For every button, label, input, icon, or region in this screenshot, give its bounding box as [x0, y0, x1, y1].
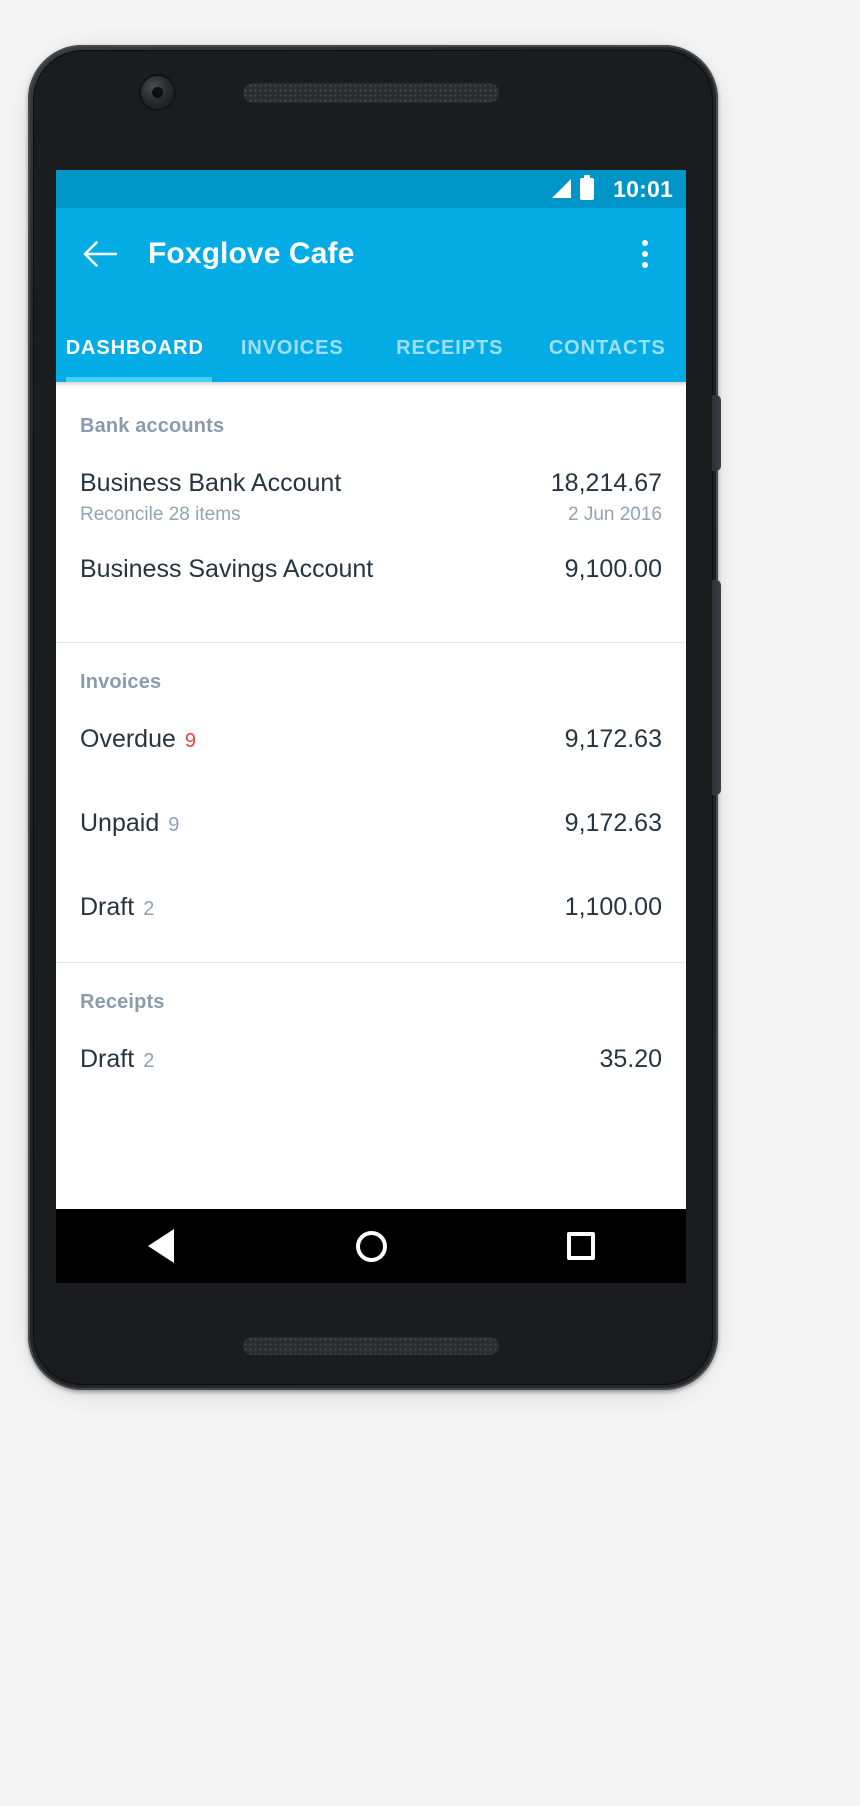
invoice-amount: 9,172.63	[564, 809, 662, 838]
tab-receipts[interactable]: RECEIPTS	[371, 337, 529, 382]
row-right: 35.20	[599, 1044, 662, 1075]
account-name: Business Savings Account	[80, 555, 374, 584]
screenshot-root: 10:01 Foxglove Cafe DASHBOARD INVOICES R…	[0, 0, 860, 1806]
list-item[interactable]: Business Savings Account 9,100.00	[56, 540, 686, 602]
row-left: Overdue 9	[80, 724, 565, 755]
row-left: Unpaid 9	[80, 808, 565, 839]
row-left: Business Savings Account	[80, 554, 565, 585]
row-left: Draft 2	[80, 892, 565, 923]
row-right: 18,214.67 2 Jun 2016	[551, 468, 662, 526]
list-item[interactable]: Draft 2 1,100.00	[56, 878, 686, 940]
invoice-status-count: 9	[168, 814, 180, 837]
row-gap	[56, 772, 686, 794]
account-name: Business Bank Account	[80, 469, 342, 497]
section-header-bank-accounts: Bank accounts	[80, 415, 225, 437]
status-bar: 10:01	[56, 170, 686, 208]
power-button[interactable]	[712, 395, 721, 471]
volume-rocker-button[interactable]	[712, 580, 721, 795]
invoice-status-count: 2	[143, 898, 155, 921]
section-header-invoices: Invoices	[80, 671, 162, 694]
active-tab-indicator	[66, 377, 212, 382]
phone-screen: 10:01 Foxglove Cafe DASHBOARD INVOICES R…	[56, 170, 686, 1283]
invoice-amount: 9,172.63	[564, 725, 662, 754]
row-right: 9,172.63	[565, 808, 662, 839]
receipt-status-label: Draft	[80, 1045, 135, 1074]
title-line: Draft 2	[80, 892, 565, 923]
page-title: Foxglove Cafe	[148, 237, 355, 270]
section-header-receipts: Receipts	[80, 991, 165, 1014]
signal-bars-icon	[552, 179, 572, 198]
account-subtitle: Reconcile 28 items	[80, 503, 241, 525]
invoice-status-label: Unpaid	[80, 809, 160, 838]
row-left: Business Bank Account Reconcile 28 items	[80, 468, 551, 526]
account-balance: 18,214.67	[550, 469, 662, 497]
invoice-amount: 1,100.00	[564, 893, 662, 922]
account-date: 2 Jun 2016	[567, 503, 662, 525]
list-item[interactable]: Overdue 9 9,172.63	[56, 710, 686, 772]
nav-back-triangle-icon[interactable]	[126, 1226, 196, 1266]
row-right: 1,100.00	[565, 892, 662, 923]
android-nav-bar	[56, 1209, 686, 1283]
tab-dashboard[interactable]: DASHBOARD	[56, 337, 214, 382]
invoice-status-label: Overdue	[80, 725, 176, 754]
dashboard-content: Bank accounts Business Bank Account Reco…	[56, 387, 686, 1093]
overflow-menu-icon[interactable]	[624, 230, 666, 278]
list-item[interactable]: Draft 2 35.20	[56, 1030, 686, 1092]
status-bar-clock: 10:01	[613, 175, 673, 202]
row-right: 9,100.00	[565, 554, 662, 585]
tab-invoices[interactable]: INVOICES	[214, 337, 372, 382]
nav-recents-square-icon[interactable]	[546, 1226, 616, 1266]
earpiece-speaker-grille	[243, 83, 499, 103]
back-arrow-icon[interactable]	[78, 232, 122, 276]
title-line: Unpaid 9	[80, 808, 565, 839]
account-balance: 9,100.00	[564, 555, 662, 584]
tab-contacts[interactable]: CONTACTS	[529, 337, 687, 382]
invoice-status-count: 9	[184, 730, 197, 753]
invoice-status-label: Draft	[80, 893, 135, 922]
row-right: 9,172.63	[565, 724, 662, 755]
status-bar-icons: 10:01	[552, 175, 673, 202]
list-item[interactable]: Business Bank Account Reconcile 28 items…	[56, 454, 686, 540]
row-left: Draft 2	[80, 1044, 599, 1075]
front-camera-icon	[141, 76, 174, 109]
receipt-status-count: 2	[143, 1050, 155, 1073]
list-item[interactable]: Unpaid 9 9,172.63	[56, 794, 686, 856]
tab-bar: DASHBOARD INVOICES RECEIPTS CONTACTS	[56, 300, 686, 382]
receipt-amount: 35.20	[599, 1045, 662, 1074]
app-bar: Foxglove Cafe	[56, 208, 686, 300]
battery-full-icon	[580, 175, 595, 200]
nav-home-circle-icon[interactable]	[336, 1226, 406, 1266]
title-line: Draft 2	[80, 1044, 599, 1075]
title-line: Overdue 9	[80, 724, 565, 755]
row-gap	[56, 856, 686, 878]
bottom-speaker-grille	[243, 1337, 499, 1355]
